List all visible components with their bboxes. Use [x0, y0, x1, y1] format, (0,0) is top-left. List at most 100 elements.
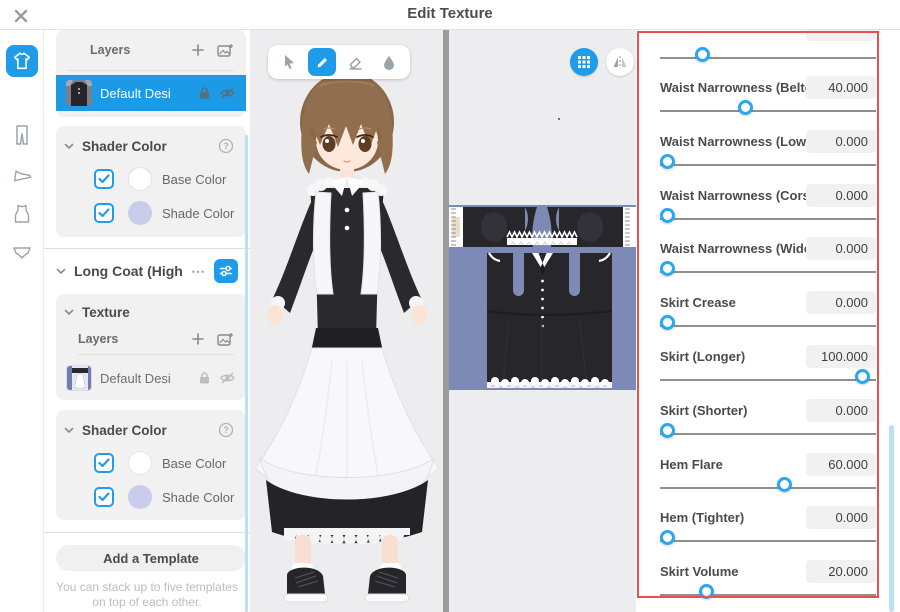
slider-handle[interactable] — [660, 315, 675, 330]
slider-track[interactable] — [660, 271, 876, 273]
add-image-layer-icon[interactable] — [217, 332, 234, 347]
svg-text:?: ? — [223, 425, 229, 435]
slider-handle[interactable] — [660, 261, 675, 276]
slider-track[interactable] — [660, 594, 876, 596]
pants-icon — [12, 124, 32, 146]
character-model — [250, 30, 443, 612]
shade-color-swatch[interactable] — [128, 485, 152, 509]
slider-label: Skirt Volume — [660, 564, 739, 579]
coat-section-header[interactable]: Long Coat (High ⋯ — [56, 258, 238, 284]
chevron-down-icon[interactable] — [64, 427, 74, 434]
slider-value[interactable]: 0.000 — [806, 291, 876, 314]
add-template-button[interactable]: Add a Template — [56, 545, 246, 571]
model-preview-canvas[interactable] — [250, 30, 443, 612]
help-icon[interactable]: ? — [218, 138, 234, 154]
base-color-checkbox[interactable] — [94, 453, 114, 473]
slider-value[interactable]: 0.000 — [806, 130, 876, 153]
lock-icon[interactable] — [198, 371, 211, 385]
left-panel-scrollbar[interactable] — [245, 135, 248, 612]
slider-handle[interactable] — [777, 477, 792, 492]
layer-thumbnail — [66, 365, 92, 391]
slider-handle[interactable] — [855, 369, 870, 384]
base-color-row: Base Color — [94, 166, 226, 192]
slider-label: Skirt (Shorter) — [660, 403, 747, 418]
slider-value[interactable]: 0.000 — [806, 506, 876, 529]
slider-value[interactable]: 0.000 — [806, 184, 876, 207]
texture-section-title: Texture — [82, 305, 130, 320]
slider-track[interactable] — [660, 540, 876, 542]
category-rail — [0, 30, 44, 612]
more-options-icon[interactable]: ⋯ — [191, 263, 206, 280]
chevron-down-icon[interactable] — [64, 143, 74, 150]
slider-track[interactable] — [660, 57, 876, 59]
visibility-off-icon[interactable] — [219, 86, 236, 100]
slider-track[interactable] — [660, 110, 876, 112]
base-color-swatch[interactable] — [128, 167, 152, 191]
eraser-tool[interactable] — [342, 48, 370, 76]
base-color-checkbox[interactable] — [94, 169, 114, 189]
slider-track[interactable] — [660, 218, 876, 220]
layer-row[interactable]: Default Desi — [66, 362, 236, 394]
camisole-icon — [12, 203, 32, 225]
slider-handle[interactable] — [699, 584, 714, 599]
slider-value[interactable]: 60.000 — [806, 453, 876, 476]
grid-toggle-button[interactable] — [570, 48, 598, 76]
slider-value[interactable]: 100.000 — [806, 345, 876, 368]
help-icon[interactable]: ? — [218, 422, 234, 438]
slider-value[interactable]: 0.000 — [806, 237, 876, 260]
slider-track[interactable] — [660, 379, 876, 381]
shade-color-checkbox[interactable] — [94, 203, 114, 223]
parameters-button[interactable] — [214, 259, 238, 283]
lock-icon[interactable] — [198, 86, 211, 100]
rail-item-inner-bottom[interactable] — [6, 236, 38, 268]
chevron-down-icon[interactable] — [56, 268, 66, 275]
template-hint-line2: on top of each other. — [44, 595, 250, 610]
base-color-swatch[interactable] — [128, 451, 152, 475]
slider-handle[interactable] — [738, 100, 753, 115]
slider-handle[interactable] — [660, 423, 675, 438]
add-layer-icon[interactable] — [191, 332, 205, 346]
sliders-icon — [219, 264, 233, 278]
visibility-off-icon[interactable] — [219, 371, 236, 385]
rail-item-shoes[interactable] — [6, 158, 38, 190]
rail-item-bottoms[interactable] — [6, 119, 38, 151]
add-layer-icon[interactable] — [191, 43, 205, 57]
layer-row-selected[interactable]: Default Desi — [56, 75, 246, 111]
right-panel-scrollbar[interactable] — [889, 425, 894, 612]
slider-track[interactable] — [660, 325, 876, 327]
slider-value[interactable]: 40.000 — [806, 76, 876, 99]
slider-handle[interactable] — [660, 530, 675, 545]
select-tool[interactable] — [275, 48, 303, 76]
slider-list: Waist Narrowness (Belted)40.000Waist Nar… — [636, 30, 900, 612]
slider-handle[interactable] — [695, 47, 710, 62]
pen-icon — [315, 55, 330, 70]
rail-item-inner-top[interactable] — [6, 198, 38, 230]
layers-card: Layers Default Desi — [56, 30, 246, 117]
slider-track[interactable] — [660, 164, 876, 166]
slider-track[interactable] — [660, 487, 876, 489]
header-bar: Edit Texture — [0, 0, 900, 30]
chevron-down-icon[interactable] — [64, 309, 74, 316]
eyedropper-tool[interactable] — [375, 48, 403, 76]
template-hint-line1: You can stack up to five templates — [44, 580, 250, 595]
rail-item-tops[interactable] — [6, 45, 38, 77]
panel-splitter[interactable] — [443, 30, 449, 612]
slider-track[interactable] — [660, 433, 876, 435]
texture-edit-canvas[interactable] — [449, 30, 636, 612]
base-color-label: Base Color — [162, 172, 226, 187]
shade-color-label: Shade Color — [162, 490, 234, 505]
shade-color-checkbox[interactable] — [94, 487, 114, 507]
texture-image — [449, 205, 636, 390]
edit-texture-window: Edit Texture Layers — [0, 0, 900, 612]
slider-value[interactable]: 20.000 — [806, 560, 876, 583]
slider-handle[interactable] — [660, 208, 675, 223]
base-color-row: Base Color — [94, 450, 226, 476]
pen-tool[interactable] — [308, 48, 336, 76]
add-image-layer-icon[interactable] — [217, 43, 234, 58]
slider-label: Skirt Crease — [660, 295, 736, 310]
mirror-symmetry-button[interactable] — [606, 48, 634, 76]
slider-handle[interactable] — [660, 154, 675, 169]
shade-color-swatch[interactable] — [128, 201, 152, 225]
eraser-icon — [348, 55, 364, 70]
slider-value[interactable]: 0.000 — [806, 399, 876, 422]
